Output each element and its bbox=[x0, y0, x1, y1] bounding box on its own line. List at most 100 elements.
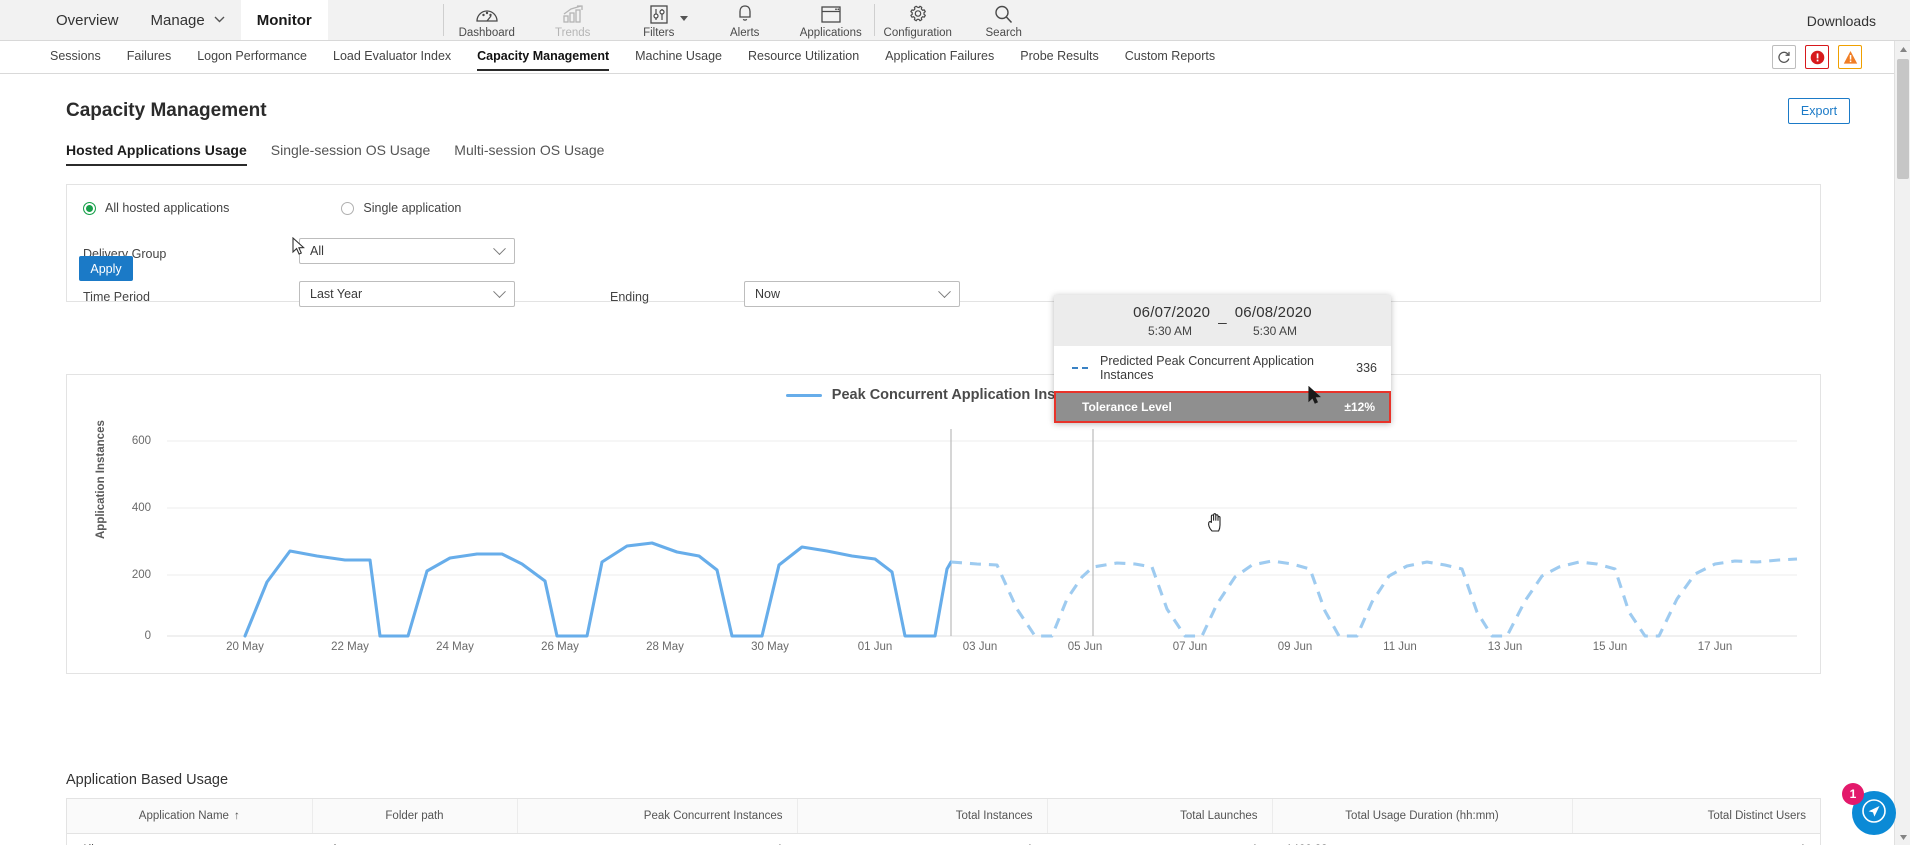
time-period-value: Last Year bbox=[310, 287, 363, 301]
delivery-group-select[interactable]: All bbox=[299, 238, 515, 264]
column-header-total-instances[interactable]: Total Instances bbox=[797, 799, 1048, 834]
radio-all-hosted-applications-label: All hosted applications bbox=[105, 201, 230, 215]
subnav-item-failures[interactable]: Failures bbox=[127, 49, 171, 66]
tool-filters-label: Filters bbox=[643, 27, 675, 39]
subnav-item-probe-results[interactable]: Probe Results bbox=[1020, 49, 1099, 66]
column-header-total-usage-duration[interactable]: Total Usage Duration (hh:mm) bbox=[1272, 799, 1573, 834]
trends-chart-icon bbox=[561, 3, 585, 25]
time-period-select[interactable]: Last Year bbox=[299, 281, 515, 307]
subnav-item-sessions-label: Sessions bbox=[50, 48, 101, 63]
cell-folder-path: n/a bbox=[312, 833, 517, 845]
tool-dashboard-label: Dashboard bbox=[458, 27, 515, 39]
x-tick-14: 17 Jun bbox=[1697, 641, 1733, 653]
subnav-item-resource-utilization[interactable]: Resource Utilization bbox=[748, 49, 859, 66]
tab-hosted-applications-usage[interactable]: Hosted Applications Usage bbox=[66, 142, 247, 166]
tool-search[interactable]: Search bbox=[961, 0, 1047, 40]
subnav-item-logon-performance[interactable]: Logon Performance bbox=[197, 49, 307, 66]
filter-panel: All hosted applications Single applicati… bbox=[66, 184, 1821, 307]
top-nav-manage[interactable]: Manage bbox=[135, 0, 241, 40]
tool-alerts[interactable]: Alerts bbox=[702, 0, 788, 40]
column-header-peak-concurrent-instances-label: Peak Concurrent Instances bbox=[643, 809, 783, 822]
capacity-chart-card: Peak Concurrent Application Instances Ap… bbox=[66, 374, 1821, 674]
tooltip-series-value: 336 bbox=[1356, 361, 1377, 375]
x-tick-5: 30 May bbox=[751, 641, 789, 653]
x-tick-3: 26 May bbox=[541, 641, 579, 653]
chart-plot-area[interactable]: Application Instances 600 400 200 0 20 M… bbox=[67, 386, 1822, 673]
top-nav-monitor[interactable]: Monitor bbox=[240, 0, 328, 40]
export-button[interactable]: Export bbox=[1788, 98, 1850, 124]
table-title: Application Based Usage bbox=[66, 772, 229, 788]
tool-filters[interactable]: Filters bbox=[616, 0, 702, 40]
column-header-total-launches[interactable]: Total Launches bbox=[1047, 799, 1273, 834]
tooltip-range-separator: _ bbox=[1218, 308, 1227, 325]
top-nav-overview[interactable]: Overview bbox=[40, 0, 135, 40]
cell-total-launches: 1 bbox=[1047, 833, 1272, 845]
tooltip-date-range: 06/07/2020 _ 06/08/2020 bbox=[1054, 304, 1391, 325]
column-header-total-distinct-users[interactable]: Total Distinct Users bbox=[1572, 799, 1820, 834]
subnav-item-machine-usage-label: Machine Usage bbox=[635, 48, 722, 63]
scrollbar-down-arrow-icon[interactable] bbox=[1895, 829, 1910, 845]
x-tick-12: 13 Jun bbox=[1487, 641, 1523, 653]
x-tick-13: 15 Jun bbox=[1592, 641, 1628, 653]
tool-configuration[interactable]: Configuration bbox=[875, 0, 961, 40]
subnav-item-application-failures[interactable]: Application Failures bbox=[885, 49, 994, 66]
x-tick-7: 03 Jun bbox=[962, 641, 998, 653]
x-tick-1: 22 May bbox=[331, 641, 369, 653]
column-header-application-name-label: Application Name bbox=[138, 809, 229, 822]
subnav-item-machine-usage[interactable]: Machine Usage bbox=[635, 49, 722, 66]
top-tool-group-secondary: Configuration Search bbox=[875, 0, 1047, 40]
radio-all-hosted-applications[interactable]: All hosted applications bbox=[83, 201, 229, 215]
help-notification-badge[interactable]: 1 bbox=[1842, 783, 1864, 805]
scrollbar-thumb[interactable] bbox=[1897, 59, 1909, 179]
column-header-folder-path[interactable]: Folder path bbox=[312, 799, 518, 834]
column-header-total-distinct-users-label: Total Distinct Users bbox=[1707, 809, 1806, 822]
vertical-scrollbar[interactable] bbox=[1894, 41, 1910, 845]
sub-navigation-bar: Sessions Failures Logon Performance Load… bbox=[0, 41, 1910, 74]
subnav-item-custom-reports[interactable]: Custom Reports bbox=[1125, 49, 1215, 66]
x-tick-2: 24 May bbox=[436, 641, 474, 653]
x-tick-0: 20 May bbox=[226, 641, 264, 653]
ending-select[interactable]: Now bbox=[744, 281, 960, 307]
send-paper-plane-icon bbox=[1862, 798, 1886, 828]
tab-multi-session-os-usage[interactable]: Multi-session OS Usage bbox=[454, 142, 604, 166]
chart-tooltip: 06/07/2020 _ 06/08/2020 5:30 AM 5:30 AM Pr… bbox=[1054, 295, 1391, 423]
tooltip-tolerance-value: ±12% bbox=[1344, 400, 1375, 414]
subnav-item-resource-utilization-label: Resource Utilization bbox=[747, 48, 860, 63]
dashboard-gauge-icon bbox=[475, 3, 499, 25]
gear-icon bbox=[907, 3, 928, 25]
downloads-link[interactable]: Downloads bbox=[1807, 0, 1876, 41]
subnav-item-capacity-management[interactable]: Capacity Management bbox=[477, 49, 609, 71]
subnav-item-sessions[interactable]: Sessions bbox=[50, 49, 101, 66]
dashed-line-swatch-icon bbox=[1072, 367, 1088, 369]
tool-trends[interactable]: Trends bbox=[530, 0, 616, 40]
chevron-down-icon bbox=[493, 284, 506, 298]
subnav-item-load-evaluator-index-label: Load Evaluator Index bbox=[333, 48, 452, 63]
error-icon[interactable] bbox=[1805, 45, 1829, 69]
column-header-application-name[interactable]: Application Name ↑ bbox=[67, 799, 313, 834]
filters-dropdown-caret-icon[interactable] bbox=[679, 16, 688, 21]
tooltip-tolerance-label: Tolerance Level bbox=[1082, 400, 1172, 414]
scrollbar-up-arrow-icon[interactable] bbox=[1895, 41, 1910, 57]
column-header-total-instances-label: Total Instances bbox=[955, 809, 1033, 822]
subnav-item-failures-label: Failures bbox=[126, 48, 172, 63]
apply-button[interactable]: Apply bbox=[79, 256, 133, 281]
warning-icon[interactable] bbox=[1838, 45, 1862, 69]
page-content: Capacity Management Export Hosted Applic… bbox=[0, 74, 1890, 845]
tool-applications[interactable]: Applications bbox=[788, 0, 874, 40]
delivery-group-value: All bbox=[310, 244, 324, 258]
radio-single-application[interactable]: Single application bbox=[341, 201, 461, 215]
apply-button-label: Apply bbox=[90, 261, 122, 276]
tool-dashboard[interactable]: Dashboard bbox=[444, 0, 530, 40]
applications-window-icon bbox=[820, 3, 842, 25]
column-header-folder-path-label: Folder path bbox=[385, 809, 444, 822]
sort-ascending-icon: ↑ bbox=[233, 809, 240, 822]
tool-search-label: Search bbox=[985, 27, 1022, 39]
chevron-down-icon bbox=[493, 241, 506, 255]
top-nav-manage-label: Manage bbox=[150, 11, 205, 29]
column-header-peak-concurrent-instances[interactable]: Peak Concurrent Instances bbox=[517, 799, 798, 834]
refresh-icon[interactable] bbox=[1772, 45, 1796, 69]
tab-single-session-os-usage[interactable]: Single-session OS Usage bbox=[271, 142, 431, 166]
subnav-item-probe-results-label: Probe Results bbox=[1020, 48, 1099, 63]
subnav-item-application-failures-label: Application Failures bbox=[885, 48, 995, 63]
subnav-item-load-evaluator-index[interactable]: Load Evaluator Index bbox=[333, 49, 451, 66]
